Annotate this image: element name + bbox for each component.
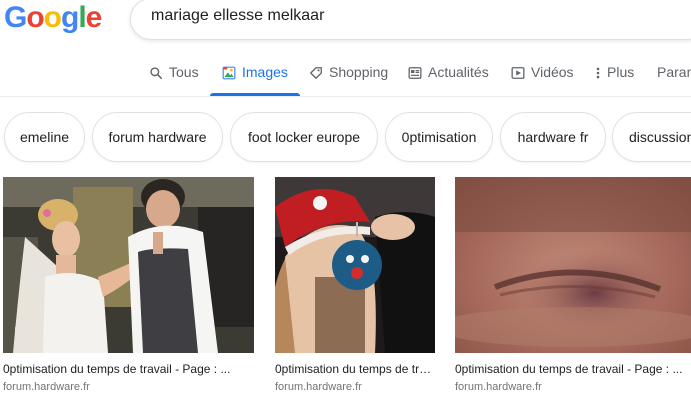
tabs-divider	[0, 96, 691, 97]
tab-label: Images	[242, 64, 288, 80]
result-title[interactable]: 0ptimisation du temps de travail - Page …	[455, 361, 691, 377]
chip[interactable]: 0ptimisation	[385, 112, 493, 162]
tab-label: Plus	[607, 64, 635, 80]
image-result[interactable]: 0ptimisation du temps de travail - Page …	[455, 177, 691, 393]
result-source[interactable]: forum.hardware.fr	[275, 380, 435, 393]
image-icon	[222, 66, 236, 80]
tab-more[interactable]: Plus	[595, 64, 634, 96]
chip[interactable]: hardware fr	[500, 112, 606, 162]
newspaper-icon	[408, 67, 422, 79]
logo-letter: l	[78, 1, 86, 34]
logo-letter: G	[4, 1, 27, 34]
result-thumbnail[interactable]	[455, 177, 691, 353]
play-icon	[511, 67, 525, 79]
chip[interactable]: forum hardware	[92, 112, 223, 162]
result-title[interactable]: 0ptimisation du temps de travail - Page …	[3, 361, 254, 377]
closeup-eye-photo	[455, 177, 691, 353]
tab-label: Actualités	[428, 64, 489, 80]
logo-letter: g	[61, 1, 79, 34]
result-source[interactable]: forum.hardware.fr	[455, 380, 691, 393]
tab-news[interactable]: Actualités	[408, 64, 489, 96]
logo-letter: o	[43, 1, 62, 34]
tab-settings[interactable]: Param	[657, 64, 691, 96]
tag-icon	[310, 67, 322, 79]
search-tabs: Tous Images Shopping Actualités Vidéos P…	[0, 56, 691, 96]
result-thumbnail[interactable]	[275, 177, 435, 353]
search-query[interactable]: mariage ellesse melkaar	[151, 7, 324, 25]
result-title[interactable]: 0ptimisation du temps de travail ...	[275, 361, 435, 377]
search-icon	[150, 67, 163, 80]
tab-shopping[interactable]: Shopping	[309, 64, 388, 96]
search-input[interactable]: mariage ellesse melkaar	[130, 0, 691, 40]
tab-images[interactable]: Images	[210, 64, 300, 96]
tab-all[interactable]: Tous	[149, 64, 199, 96]
tab-videos[interactable]: Vidéos	[511, 64, 574, 96]
tab-label: Tous	[169, 64, 199, 80]
tab-label: Vidéos	[531, 64, 574, 80]
wedding-couple-photo	[3, 177, 254, 353]
google-logo[interactable]: Google	[4, 1, 103, 35]
logo-letter: o	[26, 1, 44, 34]
image-result[interactable]: 0ptimisation du temps de travail - Page …	[3, 177, 254, 393]
logo-letter: e	[85, 1, 103, 34]
chip[interactable]: emeline	[4, 112, 85, 162]
result-thumbnail[interactable]	[3, 177, 254, 353]
chip[interactable]: foot locker europe	[230, 112, 378, 162]
tab-label: Param	[657, 64, 691, 80]
related-chips: emeline forum hardware foot locker europ…	[0, 112, 691, 162]
result-source[interactable]: forum.hardware.fr	[3, 380, 254, 393]
ornament-face-photo	[275, 177, 435, 353]
tab-label: Shopping	[329, 64, 389, 80]
image-result[interactable]: 0ptimisation du temps de travail ... for…	[275, 177, 435, 393]
chip[interactable]: discussion	[612, 112, 691, 162]
more-vert-icon	[596, 67, 600, 79]
